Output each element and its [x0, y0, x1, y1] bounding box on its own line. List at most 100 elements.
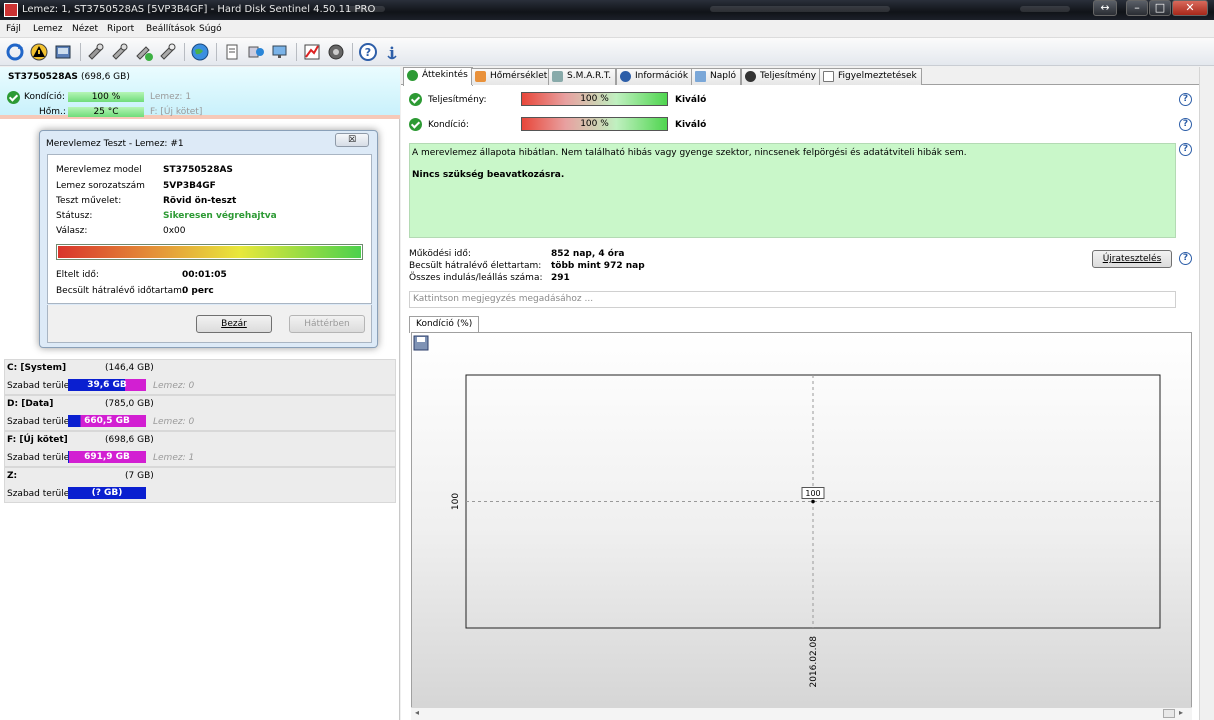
- volume-size: (7 GB): [125, 471, 154, 481]
- blurred-taskbar-text: [1020, 6, 1070, 12]
- temperature-bar: 25 °C: [68, 107, 144, 117]
- health-disk: Lemez: 1: [150, 92, 192, 102]
- resize-icon[interactable]: ↔: [1093, 0, 1117, 16]
- uptime-label: Működési idő:: [409, 249, 471, 259]
- dialog-content: Merevlemez model ST3750528AS Lemez soroz…: [47, 154, 372, 304]
- performance-icon: [745, 71, 756, 82]
- menu-report[interactable]: Riport: [107, 24, 134, 34]
- health-bar: 100 %: [68, 92, 144, 102]
- chart-icon[interactable]: [302, 42, 322, 62]
- lifetime-value: több mint 972 nap: [551, 261, 645, 271]
- tool-green-icon[interactable]: [134, 42, 154, 62]
- tool-icon[interactable]: [110, 42, 130, 62]
- speaker-icon[interactable]: [326, 42, 346, 62]
- comment-input[interactable]: Kattintson megjegyzés megadásához ...: [409, 291, 1176, 308]
- background-button[interactable]: Háttérben: [289, 315, 365, 333]
- chart-area: 100 2016.02.08 100: [411, 332, 1192, 720]
- refresh-icon[interactable]: [5, 42, 25, 62]
- volume-item[interactable]: D: [Data] (785,0 GB) Szabad terület 660,…: [4, 395, 396, 431]
- blurred-taskbar-text: [345, 6, 385, 12]
- scroll-left-icon[interactable]: ◂: [415, 708, 419, 717]
- disk-model: ST3750528AS (698,6 GB): [8, 72, 130, 82]
- menu-disk[interactable]: Lemez: [33, 24, 62, 34]
- title-bar: Lemez: 1, ST3750528AS [5VP3B4GF] - Hard …: [0, 0, 1214, 20]
- model-value: ST3750528AS: [163, 165, 233, 175]
- tab-temperature[interactable]: Hőmérséklet: [471, 68, 553, 85]
- y-tick-label: 100: [451, 493, 461, 510]
- volume-item[interactable]: C: [System] (146,4 GB) Szabad terület 39…: [4, 359, 396, 395]
- start-stop-label: Összes indulás/leállás száma:: [409, 273, 543, 283]
- dialog-title: Merevlemez Teszt - Lemez: #1: [46, 139, 184, 149]
- health-chart: 100 2016.02.08 100: [413, 335, 1161, 688]
- response-label: Válasz:: [56, 226, 88, 236]
- dialog-close-icon[interactable]: ☒: [335, 133, 369, 147]
- help-icon[interactable]: ?: [1179, 143, 1192, 156]
- help-icon[interactable]: ?: [1179, 93, 1192, 106]
- volume-item[interactable]: Z: (7 GB) Szabad terület (? GB): [4, 467, 396, 503]
- performance-label: Teljesítmény:: [428, 95, 487, 105]
- tab-alerts[interactable]: Figyelmeztetések: [819, 68, 922, 85]
- toolbar: ? i: [0, 38, 1214, 66]
- close-button[interactable]: ✕: [1172, 0, 1208, 16]
- tool-icon[interactable]: [86, 42, 106, 62]
- help-icon[interactable]: ?: [1179, 252, 1192, 265]
- volume-size: (698,6 GB): [105, 435, 154, 445]
- smart-icon: [552, 71, 563, 82]
- temperature-label: Hőm.:: [39, 107, 66, 117]
- test-progress-fill: [58, 246, 361, 258]
- volume-item[interactable]: F: [Új kötet] (698,6 GB) Szabad terület …: [4, 431, 396, 467]
- disk-size: (698,6 GB): [81, 72, 130, 82]
- dialog-footer: Bezár Háttérben: [47, 305, 372, 343]
- document-icon[interactable]: [222, 42, 242, 62]
- free-space-label: Szabad terület: [7, 417, 73, 427]
- right-panel: Áttekintés Hőmérséklet S.M.A.R.T. Inform…: [401, 67, 1199, 720]
- tab-overview[interactable]: Áttekintés: [403, 67, 473, 86]
- globe-icon[interactable]: [190, 42, 210, 62]
- free-space-label: Szabad terület: [7, 489, 73, 499]
- volume-size: (146,4 GB): [105, 363, 154, 373]
- scroll-thumb[interactable]: [1163, 709, 1175, 718]
- blurred-taskbar-text: [710, 6, 890, 12]
- free-space-label: Szabad terület: [7, 453, 73, 463]
- report-icon[interactable]: [53, 42, 73, 62]
- menu-view[interactable]: Nézet: [72, 24, 98, 34]
- info-icon[interactable]: i: [382, 42, 402, 62]
- alert-icon[interactable]: [29, 42, 49, 62]
- test-operation-label: Teszt művelet:: [56, 196, 122, 206]
- free-space-bar: 691,9 GB: [68, 451, 146, 463]
- menu-file[interactable]: Fájl: [6, 24, 21, 34]
- data-point: [811, 499, 815, 504]
- help-icon[interactable]: ?: [358, 42, 378, 62]
- tab-information[interactable]: Információk: [616, 68, 694, 85]
- horizontal-scrollbar[interactable]: ◂ ▸: [411, 707, 1192, 720]
- menu-settings[interactable]: Beállítások: [146, 24, 195, 34]
- save-icon-label: [417, 337, 425, 342]
- tab-log[interactable]: Napló: [691, 68, 741, 85]
- uptime-value: 852 nap, 4 óra: [551, 249, 625, 259]
- svg-text:i: i: [389, 44, 395, 62]
- monitor-icon[interactable]: [270, 42, 290, 62]
- minimize-button[interactable]: –: [1126, 0, 1148, 16]
- menu-help[interactable]: Súgó: [199, 24, 222, 34]
- scroll-right-icon[interactable]: ▸: [1179, 708, 1183, 717]
- status-message: A merevlemez állapota hibátlan. Nem talá…: [412, 148, 967, 158]
- info-icon: [620, 71, 631, 82]
- disk-test-dialog: Merevlemez Teszt - Lemez: #1 ☒ Merevleme…: [39, 130, 378, 348]
- vertical-scrollbar[interactable]: [1199, 67, 1214, 720]
- disk-header[interactable]: ST3750528AS (698,6 GB) Kondíció: 100 % L…: [0, 67, 400, 119]
- check-icon: [407, 70, 418, 81]
- serial-label: Lemez sorozatszám: [56, 181, 145, 191]
- tool-icon[interactable]: [158, 42, 178, 62]
- chart-tab-health[interactable]: Kondíció (%): [409, 316, 480, 333]
- retest-button[interactable]: Újratesztelés: [1092, 250, 1172, 268]
- log-icon: [695, 71, 706, 82]
- help-icon[interactable]: ?: [1179, 118, 1192, 131]
- tab-smart[interactable]: S.M.A.R.T.: [548, 68, 617, 85]
- maximize-button[interactable]: □: [1149, 0, 1171, 16]
- volume-disk: Lemez: 1: [153, 453, 195, 463]
- tab-performance[interactable]: Teljesítmény: [741, 68, 822, 85]
- sync-icon[interactable]: [246, 42, 266, 62]
- window-title: Lemez: 1, ST3750528AS [5VP3B4GF] - Hard …: [22, 4, 376, 15]
- remaining-value: 0 perc: [182, 286, 214, 296]
- close-dialog-button[interactable]: Bezár: [196, 315, 272, 333]
